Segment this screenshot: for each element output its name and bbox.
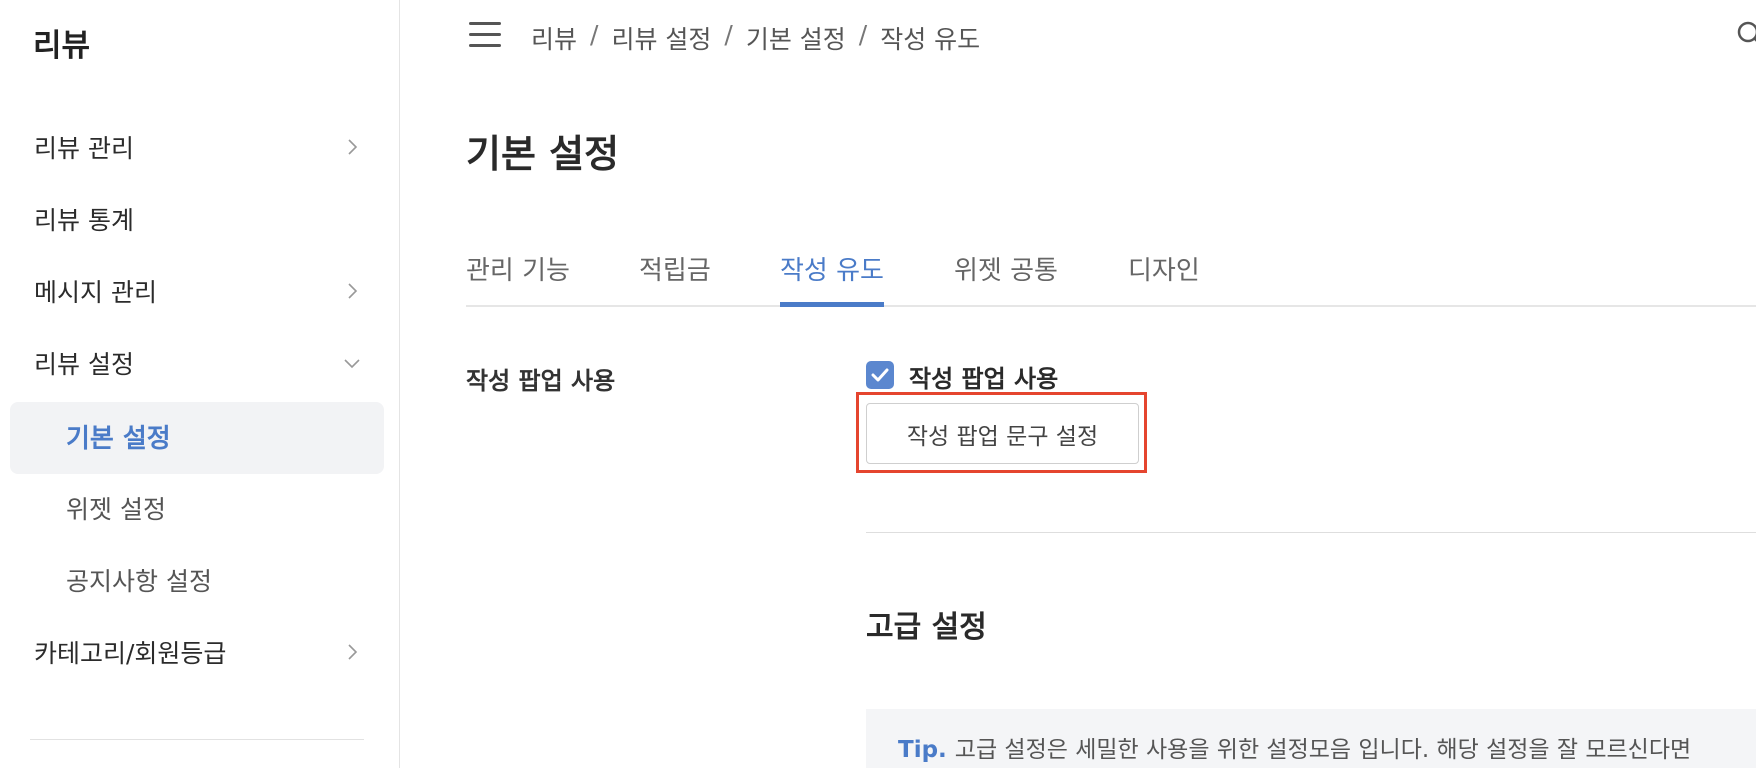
breadcrumb-separator: /	[590, 20, 599, 49]
sidebar-subitem-label: 위젯 설정	[66, 495, 166, 524]
tip-text: 고급 설정은 세밀한 사용을 위한 설정모음 입니다. 해당 설정을 잘 모르신…	[954, 737, 1692, 763]
sidebar-subitem-widget-settings[interactable]: 위젯 설정	[0, 483, 400, 533]
chevron-right-icon	[348, 644, 358, 660]
tip-label: Tip.	[898, 737, 947, 763]
tab-write-prompt[interactable]: 작성 유도	[780, 250, 884, 307]
sidebar-item-label: 메시지 관리	[34, 278, 157, 307]
sidebar-item-label: 리뷰 통계	[34, 206, 134, 235]
chevron-right-icon	[348, 283, 358, 299]
chevron-right-icon	[348, 139, 358, 155]
app-root: 리뷰 리뷰 관리 리뷰 통계 메시지 관리 리뷰 설정 기본 설정 위젯 설정 …	[0, 0, 1756, 768]
search-icon[interactable]	[1736, 20, 1756, 50]
sidebar-subitem-label: 기본 설정	[66, 424, 171, 454]
sidebar-subitem-notice-settings[interactable]: 공지사항 설정	[0, 555, 400, 605]
sidebar-item-category-membership[interactable]: 카테고리/회원등급	[0, 627, 400, 677]
sidebar-item-message-management[interactable]: 메시지 관리	[0, 266, 400, 316]
breadcrumb-item[interactable]: 리뷰	[531, 20, 577, 56]
content-divider	[866, 532, 1756, 533]
breadcrumb-item-current: 작성 유도	[880, 25, 981, 54]
sidebar-item-review-settings[interactable]: 리뷰 설정	[0, 338, 400, 388]
sidebar-item-label: 카테고리/회원등급	[34, 639, 227, 668]
breadcrumb-separator: /	[724, 20, 733, 49]
checkmark-icon	[871, 368, 889, 382]
sidebar-title: 리뷰	[33, 28, 91, 64]
sidebar-divider	[30, 739, 364, 740]
breadcrumb: 리뷰 / 리뷰 설정 / 기본 설정 / 작성 유도	[531, 20, 980, 56]
breadcrumb-item[interactable]: 리뷰 설정	[611, 20, 711, 56]
chevron-down-icon	[344, 359, 360, 369]
breadcrumb-item[interactable]: 기본 설정	[746, 20, 846, 56]
tab-reward-points[interactable]: 적립금	[639, 250, 711, 307]
tab-widget-common[interactable]: 위젯 공통	[954, 250, 1058, 307]
popup-text-settings-button[interactable]: 작성 팝업 문구 설정	[866, 403, 1139, 464]
sidebar-item-label: 리뷰 설정	[34, 350, 134, 379]
sidebar: 리뷰 리뷰 관리 리뷰 통계 메시지 관리 리뷰 설정 기본 설정 위젯 설정 …	[0, 0, 400, 768]
sidebar-item-label: 리뷰 관리	[34, 134, 134, 163]
popup-enable-checkbox[interactable]	[866, 361, 894, 389]
sidebar-subitem-label: 공지사항 설정	[66, 567, 212, 596]
sidebar-item-review-stats[interactable]: 리뷰 통계	[0, 194, 400, 244]
page-title: 기본 설정	[466, 132, 620, 176]
tip-line: Tip. 고급 설정은 세밀한 사용을 위한 설정모음 입니다. 해당 설정을 잘…	[898, 730, 1691, 764]
hamburger-icon[interactable]	[469, 22, 501, 48]
sidebar-item-review-management[interactable]: 리뷰 관리	[0, 122, 400, 172]
tab-bar: 관리 기능 적립금 작성 유도 위젯 공통 디자인	[466, 250, 1756, 307]
popup-enable-label[interactable]: 작성 팝업 사용	[909, 359, 1058, 394]
breadcrumb-separator: /	[858, 20, 868, 49]
tip-box: Tip. 고급 설정은 세밀한 사용을 위한 설정모음 입니다. 해당 설정을 잘…	[866, 709, 1756, 768]
popup-section-label: 작성 팝업 사용	[466, 367, 616, 395]
tab-design[interactable]: 디자인	[1128, 250, 1200, 307]
advanced-settings-title: 고급 설정	[866, 610, 987, 645]
sidebar-subitem-basic-settings[interactable]: 기본 설정	[10, 402, 384, 474]
tab-management-features[interactable]: 관리 기능	[466, 250, 570, 307]
